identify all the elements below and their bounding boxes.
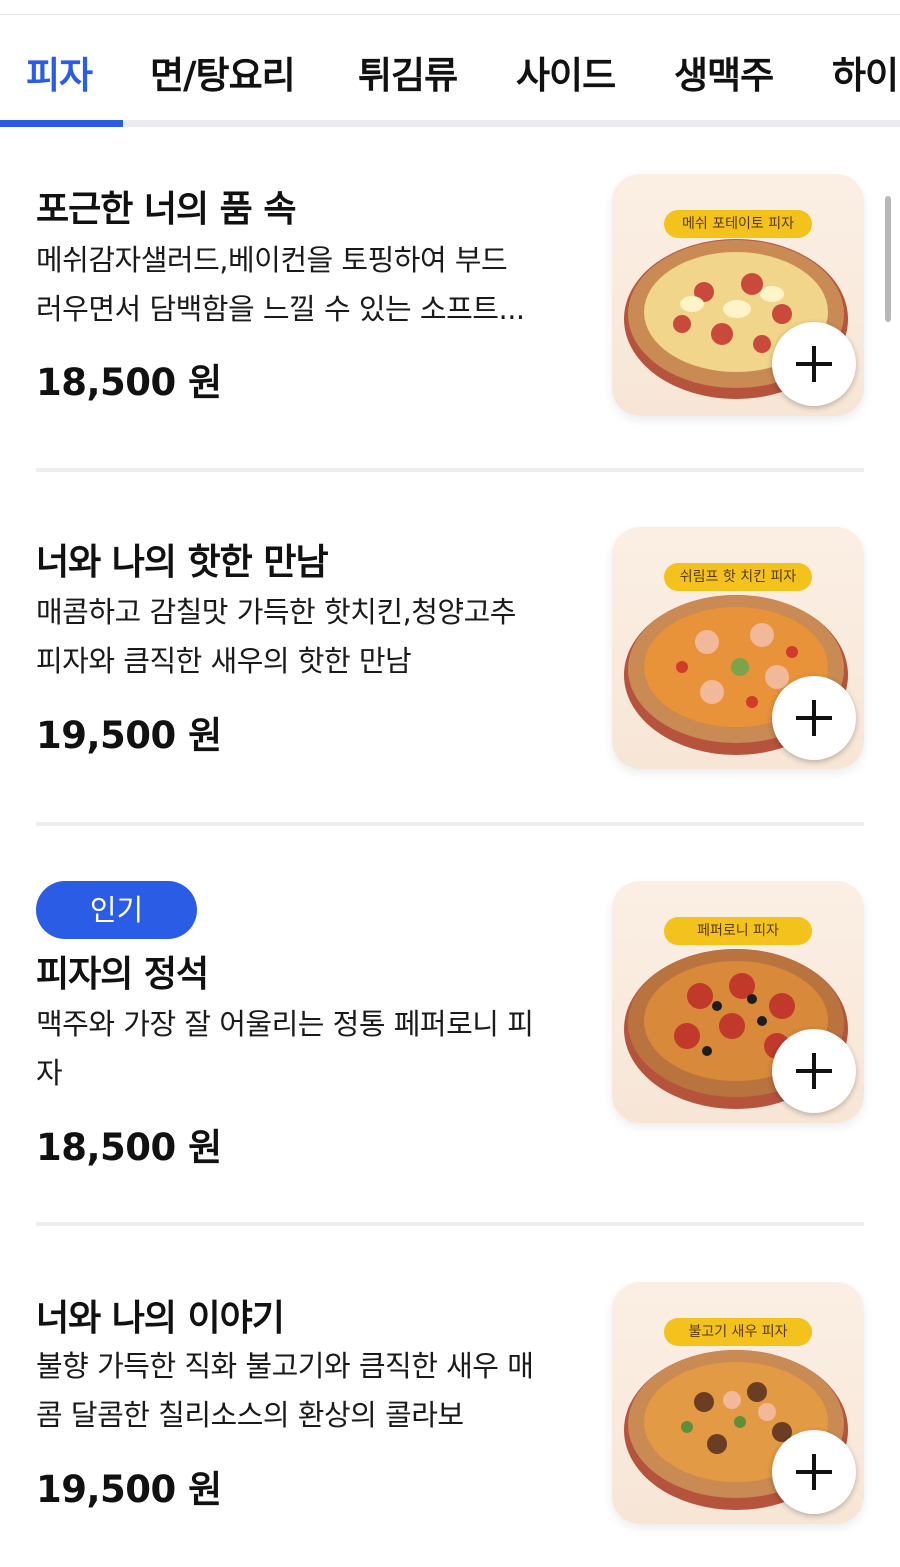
add-to-cart-button[interactable] (772, 322, 856, 406)
tab-side[interactable]: 사이드 (516, 45, 616, 99)
menu-item-description: 불향 가득한 직화 불고기와 큼직한 새우 매 콤 달콤한 칠리소스의 환상의 … (36, 1342, 581, 1440)
tab-track (0, 120, 900, 127)
description-line: 메쉬감자샐러드,베이컨을 토핑하여 부드 (36, 243, 508, 277)
plus-icon (796, 1053, 832, 1089)
image-label: 메쉬 포테이토 피자 (664, 210, 812, 238)
menu-item-description: 메쉬감자샐러드,베이컨을 토핑하여 부드 러우면서 담백함을 느낄 수 있는 소… (36, 236, 581, 334)
category-tabs: 피자 면/탕요리 튀김류 사이드 생맥주 하이 (0, 15, 900, 127)
tab-noodle-soup[interactable]: 면/탕요리 (150, 45, 296, 99)
popular-badge: 인기 (36, 881, 197, 939)
item-divider (36, 1222, 864, 1226)
tab-fried[interactable]: 튀김류 (358, 45, 458, 99)
menu-item-price: 18,500 원 (36, 1126, 222, 1169)
image-label: 쉬림프 핫 치킨 피자 (664, 563, 812, 591)
image-label: 불고기 새우 피자 (664, 1318, 812, 1346)
tab-active-indicator (0, 120, 123, 127)
plus-icon (796, 700, 832, 736)
item-divider (36, 468, 864, 472)
menu-item-name: 너와 나의 핫한 만남 (36, 542, 329, 583)
description-line: 피자와 큼직한 새우의 핫한 만남 (36, 644, 412, 678)
menu-item-price: 19,500 원 (36, 714, 222, 757)
item-divider (36, 822, 864, 826)
menu-item-name: 너와 나의 이야기 (36, 1298, 285, 1339)
menu-item-name: 포근한 너의 품 속 (36, 189, 296, 230)
menu-item-description: 매콤하고 감칠맛 가득한 핫치킨,청양고추 피자와 큼직한 새우의 핫한 만남 (36, 588, 581, 686)
menu-item-name: 피자의 정석 (36, 954, 209, 995)
menu-item-price: 18,500 원 (36, 361, 222, 404)
tab-highball[interactable]: 하이 (832, 45, 899, 99)
add-to-cart-button[interactable] (772, 1430, 856, 1514)
description-line: 맥주와 가장 잘 어울리는 정통 페퍼로니 피 (36, 1007, 534, 1041)
add-to-cart-button[interactable] (772, 676, 856, 760)
description-line: 콤 달콤한 칠리소스의 환상의 콜라보 (36, 1398, 464, 1432)
tab-pizza[interactable]: 피자 (26, 45, 93, 99)
description-line: 매콤하고 감칠맛 가득한 핫치킨,청양고추 (36, 595, 516, 629)
menu-item-price: 19,500 원 (36, 1468, 222, 1511)
plus-icon (796, 1454, 832, 1490)
plus-icon (796, 346, 832, 382)
menu-item-description: 맥주와 가장 잘 어울리는 정통 페퍼로니 피 자 (36, 1000, 581, 1098)
description-line: 자 (36, 1056, 63, 1090)
description-line: 러우면서 담백함을 느낄 수 있는 소프트... (36, 292, 525, 326)
tab-draft-beer[interactable]: 생맥주 (674, 45, 774, 99)
description-line: 불향 가득한 직화 불고기와 큼직한 새우 매 (36, 1349, 534, 1383)
scrollbar[interactable] (885, 196, 891, 322)
add-to-cart-button[interactable] (772, 1029, 856, 1113)
image-label: 페퍼로니 피자 (664, 917, 812, 945)
